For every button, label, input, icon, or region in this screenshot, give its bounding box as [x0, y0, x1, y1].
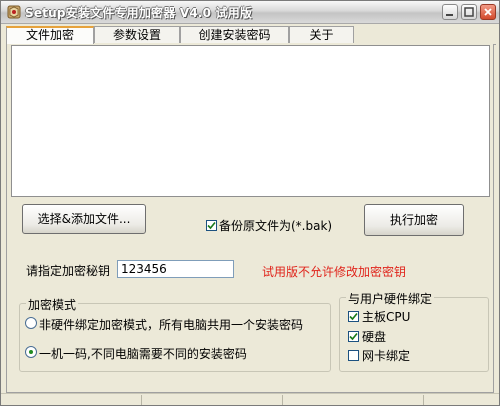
checkmark-icon	[349, 332, 358, 341]
run-encrypt-button[interactable]: 执行加密	[364, 204, 464, 236]
bind-hard-disk-label: 硬盘	[362, 330, 387, 344]
encrypt-key-label: 请指定加密秘钥	[26, 264, 111, 278]
checkmark-icon	[349, 312, 358, 321]
hardware-bind-title: 与用户硬件绑定	[346, 290, 435, 307]
backup-original-checkbox[interactable]	[206, 220, 217, 231]
title-bar[interactable]: Setup安装文件专用加密器 V4.0 试用版	[1, 1, 499, 24]
tab-strip: 文件加密 参数设置 创建安装密码 关于	[6, 26, 496, 45]
bind-network-card-label: 网卡绑定	[362, 349, 411, 363]
file-list[interactable]	[11, 45, 490, 197]
main-window: Setup安装文件专用加密器 V4.0 试用版 文件加密 参数设置 创建安装密码…	[0, 0, 500, 406]
maximize-icon	[464, 7, 474, 17]
status-segment	[142, 395, 283, 405]
tab-file-encrypt[interactable]: 文件加密	[6, 26, 94, 45]
tab-about[interactable]: 关于	[289, 26, 354, 43]
mode-one-machine-one-code-label: 一机一码,不同电脑需要不同的安装密码	[39, 347, 247, 361]
status-segment	[1, 395, 142, 405]
backup-original-label: 备份原文件为(*.bak)	[219, 219, 333, 233]
minimize-button[interactable]	[442, 4, 458, 20]
status-bar	[1, 393, 499, 406]
bind-network-card-checkbox[interactable]	[348, 350, 359, 361]
encrypt-key-input[interactable]	[117, 260, 234, 278]
radio-selected-dot	[29, 350, 33, 354]
file-encrypt-panel: 选择&添加文件... 备份原文件为(*.bak) 执行加密 请指定加密秘钥 试用…	[6, 44, 494, 393]
maximize-button[interactable]	[461, 4, 477, 20]
close-button[interactable]	[480, 4, 496, 20]
mode-no-hardware-label: 非硬件绑定加密模式，所有电脑共用一个安装密码	[39, 318, 304, 332]
minimize-icon	[446, 14, 453, 16]
window-title: Setup安装文件专用加密器 V4.0 试用版	[25, 6, 253, 20]
encrypt-mode-title: 加密模式	[26, 296, 79, 313]
app-icon	[7, 5, 21, 19]
trial-notice: 试用版不允许修改加密密钥	[262, 265, 407, 279]
mode-no-hardware-radio[interactable]	[25, 317, 37, 329]
bind-hard-disk-checkbox[interactable]	[348, 331, 359, 342]
bind-motherboard-cpu-label: 主板CPU	[362, 310, 411, 324]
select-add-files-button[interactable]: 选择&添加文件...	[22, 204, 146, 234]
tab-create-install-password[interactable]: 创建安装密码	[180, 26, 289, 43]
tab-parameter-settings[interactable]: 参数设置	[94, 26, 180, 43]
close-icon	[484, 8, 492, 16]
mode-one-machine-one-code-radio[interactable]	[25, 346, 37, 358]
bind-motherboard-cpu-checkbox[interactable]	[348, 311, 359, 322]
checkmark-icon	[207, 221, 216, 230]
status-segment	[283, 395, 424, 405]
